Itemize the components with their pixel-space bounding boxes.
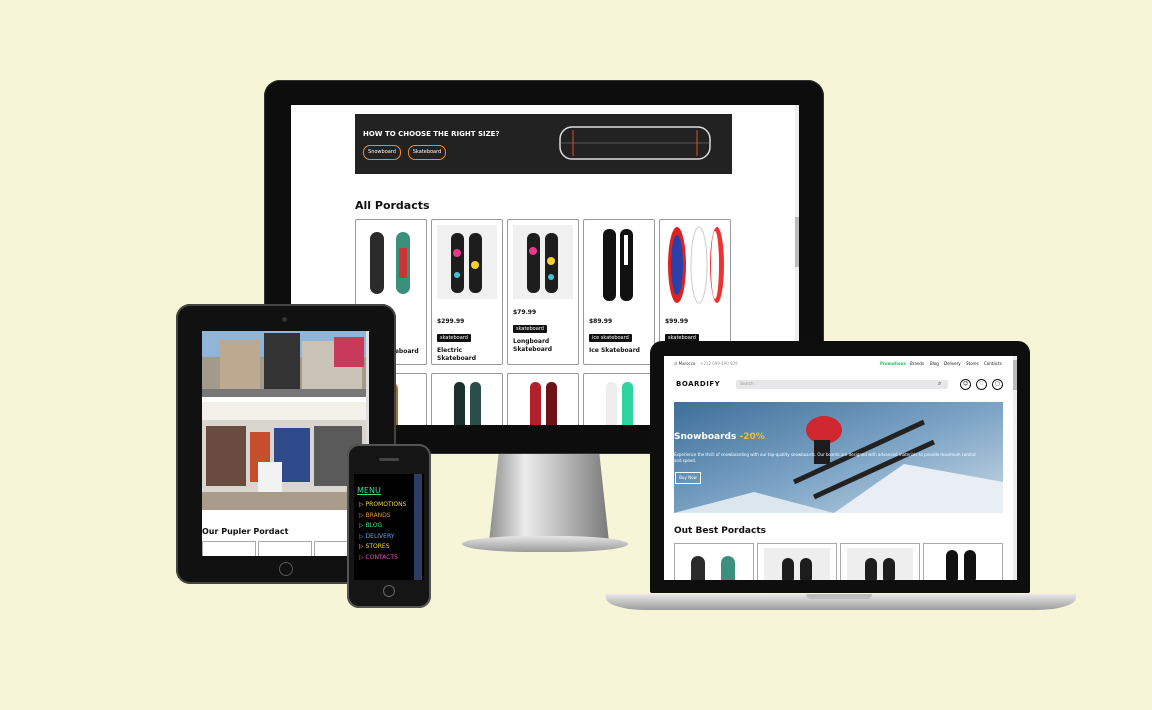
product-price: $299.99	[437, 318, 465, 325]
skateboard-button[interactable]: Skateboard	[408, 145, 446, 160]
product-card[interactable]	[583, 373, 655, 425]
page-behind-menu	[414, 474, 422, 580]
hero-text: Experience the thrill of snowboarding wi…	[674, 452, 976, 463]
tablet-camera	[282, 317, 287, 322]
laptop-screen: ⊙ Marocco +212 699 490 829 Promotions Br…	[664, 356, 1017, 580]
product-price: $89.99	[589, 318, 613, 325]
store-interior-photo	[202, 402, 366, 510]
menu-item-delivery[interactable]: ▷ DELIVERY	[359, 533, 394, 541]
search-icon[interactable]: ⌕	[938, 380, 941, 388]
phone-number: +212 699 490 829	[700, 361, 738, 366]
product-name: Electric Skateboard	[437, 347, 477, 362]
popular-products-title: Our Pupler Pordact	[202, 527, 289, 536]
banner-title: HOW TO CHOOSE THE RIGHT SIZE?	[363, 130, 500, 138]
nav-brands[interactable]: Brands	[910, 361, 924, 366]
menu-item-contacts[interactable]: ▷ CONTACTS	[359, 554, 398, 562]
product-card[interactable]	[431, 373, 503, 425]
product-card[interactable]	[202, 541, 256, 556]
monitor-stand	[489, 454, 609, 542]
user-icon[interactable]: ☺	[960, 379, 971, 390]
product-tag: skateboard	[437, 334, 471, 342]
menu-item-blog[interactable]: ▷ BLOG	[359, 522, 382, 530]
snowboard-image	[603, 229, 633, 301]
all-products-title: All Pordacts	[355, 199, 430, 212]
skateboard-image	[370, 232, 410, 294]
nav-promotions[interactable]: Promotions	[880, 361, 906, 366]
tablet-home-button[interactable]	[279, 562, 293, 576]
menu-title: MENU	[357, 486, 381, 495]
logo[interactable]: BOARDIFY	[676, 380, 720, 388]
location-label: ⊙ Marocco	[674, 361, 696, 366]
menu-item-brands[interactable]: ▷ BRANDS	[359, 512, 391, 520]
scrollbar-thumb[interactable]	[1013, 360, 1017, 390]
store-exterior-photo	[202, 331, 366, 397]
menu-item-stores[interactable]: ▷ STORES	[359, 543, 390, 551]
product-price: $99.99	[665, 318, 689, 325]
product-card[interactable]: $79.99 skateboard Longboard Skateboard	[507, 219, 579, 365]
monitor-base	[462, 536, 628, 552]
product-name: Longboard Skateboard	[513, 338, 553, 353]
size-guide-banner: HOW TO CHOOSE THE RIGHT SIZE? Snowboard …	[355, 114, 732, 174]
nav-delivery[interactable]: Delivery	[944, 361, 961, 366]
product-image	[513, 225, 573, 299]
nav-contacts[interactable]: Contacts	[984, 361, 1002, 366]
product-image	[437, 225, 497, 299]
heart-icon[interactable]: ♡	[976, 379, 987, 390]
search-input[interactable]: Search ⌕	[736, 380, 948, 389]
hero-title: Snowboards -20%	[674, 432, 765, 442]
laptop-notch	[806, 594, 872, 599]
hero-banner: Snowboards -20% Experience the thrill of…	[674, 402, 1003, 513]
menu-item-promotions[interactable]: ▷ PROMOTIONS	[359, 501, 406, 509]
snowboard-button[interactable]: Snowboard	[363, 145, 401, 160]
buy-now-button[interactable]: Buy Now	[675, 472, 701, 484]
product-card[interactable]	[258, 541, 312, 556]
surfboard-image	[668, 226, 724, 304]
phone-speaker	[379, 458, 399, 461]
phone-home-button[interactable]	[383, 585, 395, 597]
search-placeholder: Search	[740, 381, 754, 386]
tablet-screen: Our Pupler Pordact	[202, 331, 369, 556]
product-card[interactable]	[507, 373, 579, 425]
phone-screen: MENU ▷ PROMOTIONS ▷ BRANDS ▷ BLOG ▷ DELI…	[354, 474, 424, 580]
product-card[interactable]	[674, 543, 754, 580]
scrollbar-thumb[interactable]	[795, 217, 799, 267]
product-card[interactable]	[757, 543, 837, 580]
best-products-title: Out Best Pordacts	[674, 526, 766, 536]
cart-icon[interactable]: ▢	[992, 379, 1003, 390]
nav-blog[interactable]: Blog	[930, 361, 939, 366]
nav-stores[interactable]: Stores	[966, 361, 979, 366]
product-tag: ice skateboard	[589, 334, 632, 342]
product-card[interactable]: $299.99 skateboard Electric Skateboard	[431, 219, 503, 365]
product-card[interactable]	[923, 543, 1003, 580]
product-name: Ice Skateboard	[589, 347, 640, 354]
board-size-diagram	[559, 126, 711, 160]
product-tag: skateboard	[513, 325, 547, 333]
product-card[interactable]	[840, 543, 920, 580]
product-price: $79.99	[513, 309, 537, 316]
product-card[interactable]: $89.99 ice skateboard Ice Skateboard	[583, 219, 655, 365]
